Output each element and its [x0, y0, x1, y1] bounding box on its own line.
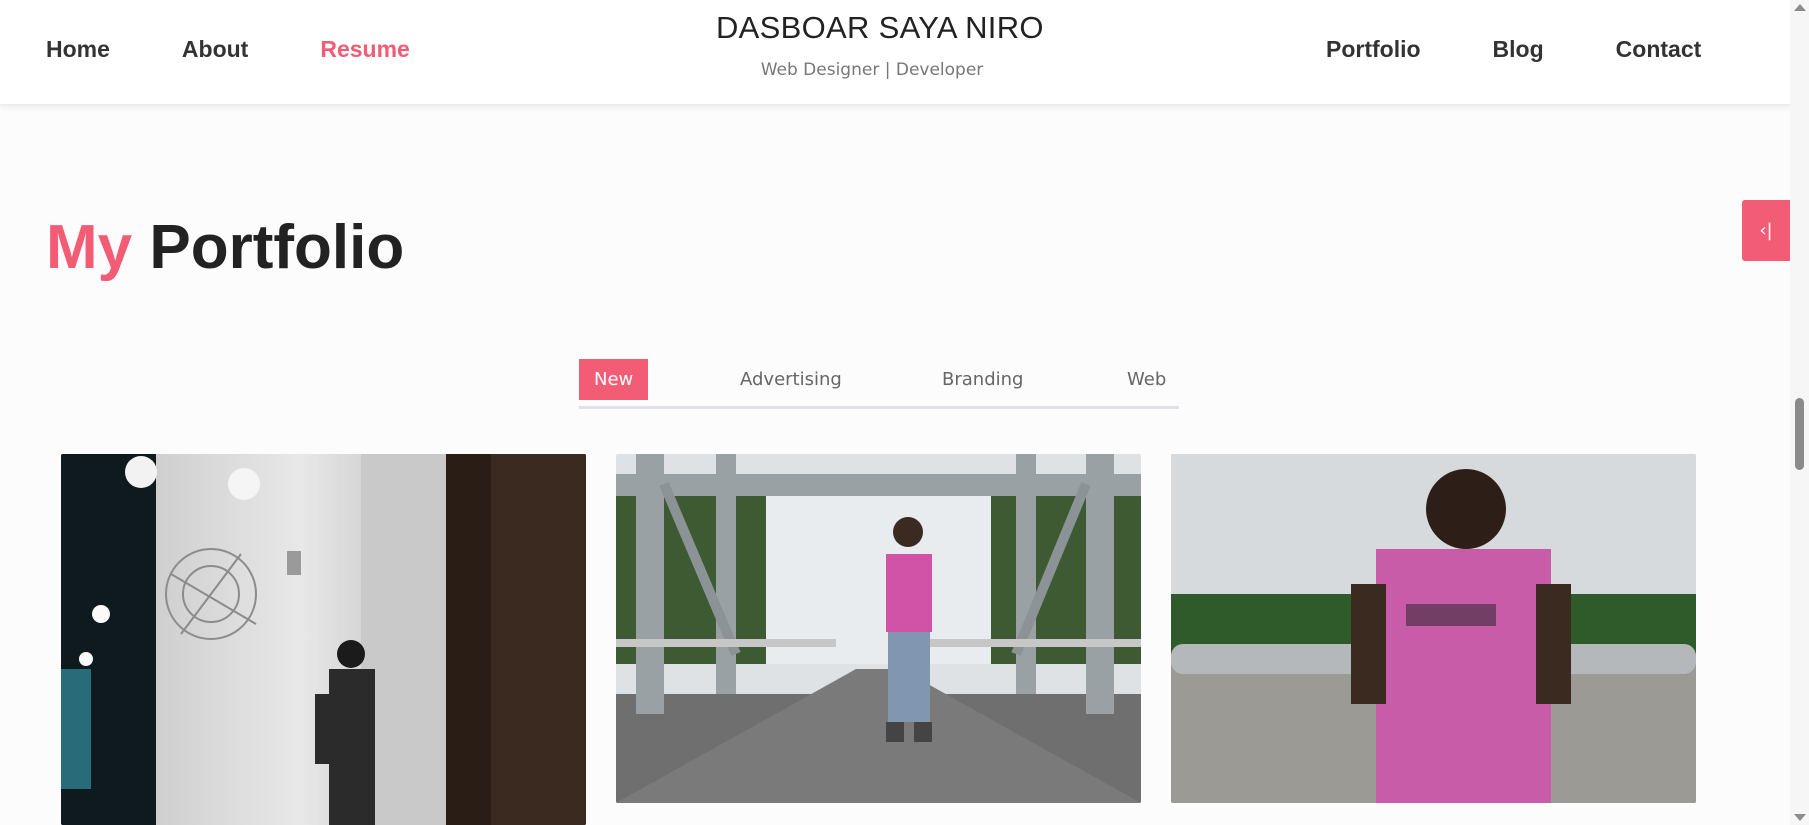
page-scrollbar[interactable] — [1790, 0, 1809, 825]
nav-right: Portfolio Blog Contact — [1326, 36, 1773, 63]
collapse-left-icon: ‹| — [1759, 220, 1773, 241]
portfolio-photo-night-wall — [61, 454, 586, 825]
scroll-down-arrow-icon[interactable] — [1794, 814, 1806, 821]
scrollbar-thumb[interactable] — [1795, 398, 1804, 470]
site-header: Home About Resume DASBOAR SAYA NIRO Web … — [0, 0, 1790, 105]
portfolio-item-1[interactable] — [61, 454, 586, 825]
filter-tab-new[interactable]: New — [579, 359, 649, 400]
brand-subtitle: Web Designer | Developer — [760, 60, 984, 80]
scroll-up-arrow-icon[interactable] — [1794, 4, 1806, 11]
nav-link-resume[interactable]: Resume — [320, 36, 409, 63]
brand-title: DASBOAR SAYA NIRO — [716, 10, 1044, 45]
nav-link-contact[interactable]: Contact — [1616, 36, 1702, 63]
portfolio-item-2[interactable] — [616, 454, 1141, 803]
section-title-accent: My — [46, 213, 133, 282]
filter-tab-advertising[interactable]: Advertising — [740, 359, 842, 400]
portfolio-item-3[interactable] — [1171, 454, 1696, 803]
portfolio-photo-river-railing — [1171, 454, 1696, 803]
nav-link-blog[interactable]: Blog — [1493, 36, 1544, 63]
portfolio-filter-tabs: New Advertising Branding Web — [579, 359, 1179, 409]
filter-tab-web[interactable]: Web — [1127, 359, 1166, 400]
portfolio-photo-bridge-walk — [616, 454, 1141, 803]
nav-link-about[interactable]: About — [182, 36, 248, 63]
nav-link-home[interactable]: Home — [46, 36, 110, 63]
section-title-rest: Portfolio — [149, 213, 405, 282]
side-panel-toggle-button[interactable]: ‹| — [1742, 200, 1790, 261]
brand[interactable]: DASBOAR SAYA NIRO Web Designer | Develop… — [716, 10, 1044, 80]
nav-link-portfolio[interactable]: Portfolio — [1326, 36, 1421, 63]
filter-tab-branding[interactable]: Branding — [942, 359, 1023, 400]
section-title: My Portfolio — [46, 212, 404, 283]
nav-left: Home About Resume — [46, 36, 482, 63]
